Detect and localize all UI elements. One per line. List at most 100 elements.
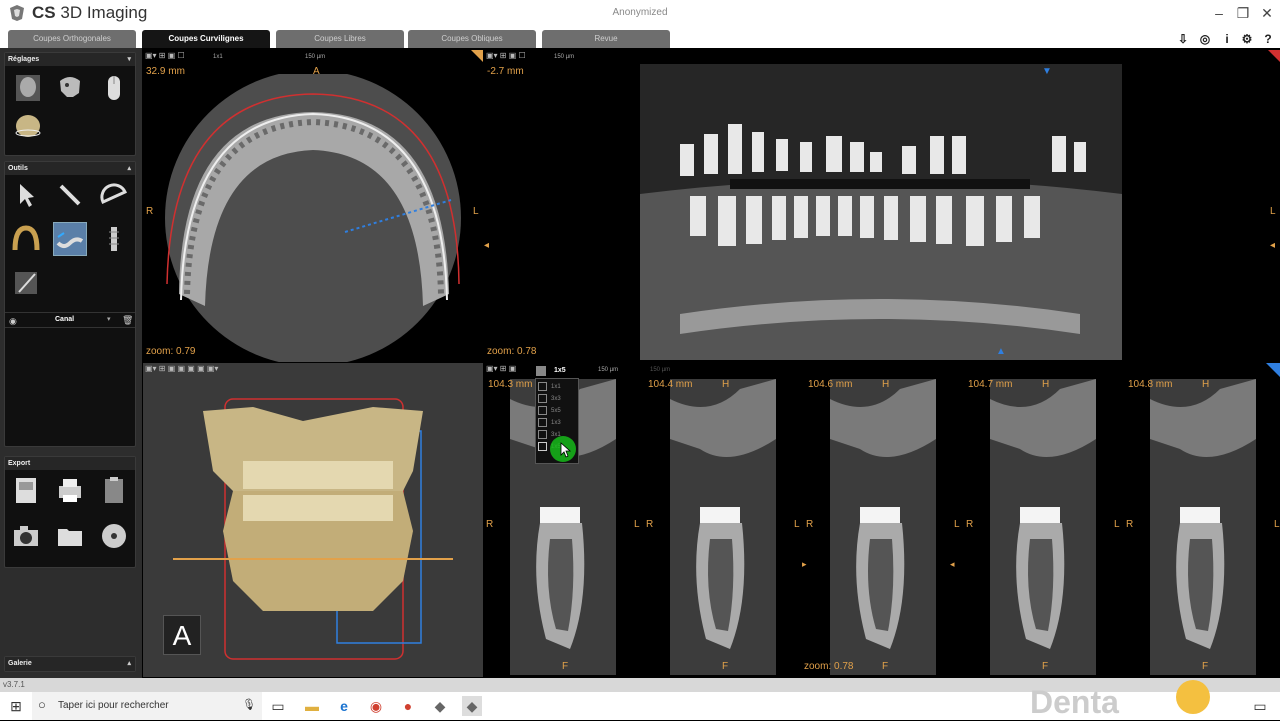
orange-marker-left[interactable]: ◂ xyxy=(484,240,489,251)
viewport-toolbar[interactable]: ▣▾ ⊞ ▣ ☐ xyxy=(486,51,526,60)
collapse-icon[interactable]: ▾ xyxy=(127,53,131,66)
task-view-icon[interactable]: ▭ xyxy=(268,696,288,716)
arch-tool-icon[interactable] xyxy=(11,224,41,254)
reglages-panel: Réglages ▾ xyxy=(4,52,136,156)
cross-section-viewport[interactable]: ▣▾ ⊞ ▣ 1x5 150 µm 150 µm 104.3 mmHRLF104… xyxy=(484,363,1280,677)
grid-3x3-icon xyxy=(538,393,547,403)
orient-bottom: F xyxy=(722,661,729,672)
tab-coupes-libres[interactable]: Coupes Libres xyxy=(276,30,404,48)
notification-icon[interactable]: ▭ xyxy=(1250,696,1270,716)
orange-marker-right[interactable]: ◂ xyxy=(1270,240,1275,251)
galerie-panel[interactable]: Galerie ▴ xyxy=(4,656,136,672)
camera-icon[interactable] xyxy=(11,521,41,551)
orange-marker-left[interactable]: ▸ xyxy=(802,559,807,570)
printer-icon[interactable] xyxy=(55,475,85,505)
document-title: Anonymized xyxy=(612,7,668,18)
orient-right: L xyxy=(473,206,479,217)
folder-icon[interactable] xyxy=(55,521,85,551)
eye-icon[interactable]: ◉ xyxy=(9,316,17,327)
corner-marker xyxy=(471,50,483,62)
microphone-icon[interactable]: 🎙 xyxy=(242,698,256,711)
trash-icon[interactable]: 🗑 xyxy=(122,315,133,326)
edge-browser-icon[interactable]: e xyxy=(334,696,354,716)
head-3d-icon[interactable] xyxy=(13,111,43,141)
cd-burn-icon[interactable] xyxy=(99,521,129,551)
viewport-toolbar[interactable]: ▣▾ ⊞ ▣ ▣ ▣ ▣ ▣▾ xyxy=(145,364,218,373)
slice-distance: 104.8 mm xyxy=(1128,379,1173,390)
blue-marker-bottom[interactable]: ▲ xyxy=(996,346,1006,357)
layout-option-1x1[interactable]: 1x1 xyxy=(538,381,578,393)
report-icon[interactable] xyxy=(11,475,41,505)
tab-revue[interactable]: Revue xyxy=(542,30,670,48)
maximize-button[interactable]: ❐ xyxy=(1232,3,1254,23)
annotation-tool-icon[interactable] xyxy=(11,268,41,298)
close-button[interactable]: ✕ xyxy=(1256,3,1278,23)
corner-marker xyxy=(1268,50,1280,62)
mouse-settings-icon[interactable] xyxy=(99,73,129,103)
version-label: v3.7.1 xyxy=(3,680,25,689)
layout-option-3x3[interactable]: 3x3 xyxy=(538,393,578,405)
file-explorer-icon[interactable]: ▬ xyxy=(302,696,322,716)
canal-row[interactable]: ◉ Canal ▾ 🗑 xyxy=(5,312,135,328)
nerve-tool-button[interactable] xyxy=(53,222,87,256)
tab-coupes-curvilignes[interactable]: Coupes Curvilignes xyxy=(142,30,270,48)
layout-selected[interactable]: 1x5 xyxy=(554,367,566,374)
reglages-header[interactable]: Réglages ▾ xyxy=(5,53,135,66)
viewport-toolbar[interactable]: ▣▾ ⊞ ▣ ☐ xyxy=(145,51,185,60)
tab-bar: Coupes Orthogonales Coupes Curvilignes C… xyxy=(0,26,1280,48)
minimize-button[interactable]: – xyxy=(1208,3,1230,23)
expand-icon[interactable]: ▴ xyxy=(127,657,131,670)
axial-scan-image xyxy=(165,74,461,362)
blue-marker-top[interactable]: ▼ xyxy=(1042,66,1052,77)
export-header[interactable]: Export xyxy=(5,457,135,470)
layout-grid-icon[interactable] xyxy=(536,366,546,376)
layout-option-1x3[interactable]: 1x3 xyxy=(538,417,578,429)
help-button[interactable]: ? xyxy=(1261,32,1275,46)
galerie-header[interactable]: Galerie ▴ xyxy=(5,657,135,671)
layout-label[interactable]: 1x1 xyxy=(213,54,223,60)
outils-header[interactable]: Outils ▴ xyxy=(5,162,135,175)
angle-tool-icon[interactable] xyxy=(99,180,129,210)
cross-slice[interactable]: 104.4 mm H R L F xyxy=(644,377,804,677)
gear-icon[interactable]: ⚙ xyxy=(1240,32,1254,46)
cross-slice[interactable]: 104.6 mm H R L F xyxy=(804,377,964,677)
axial-viewport[interactable]: ▣▾ ⊞ ▣ ☐ 1x1 150 µm 32.9 mm A R L P zoom… xyxy=(143,50,483,362)
implant-tool-icon[interactable] xyxy=(99,224,129,254)
orient-left: R xyxy=(1126,519,1134,530)
download-icon[interactable]: ⇩ xyxy=(1176,32,1190,46)
grid-1x5-icon xyxy=(538,441,547,451)
cross-slice[interactable]: 104.8 mm H R L F xyxy=(1124,377,1280,677)
tab-coupes-orthogonales[interactable]: Coupes Orthogonales xyxy=(8,30,136,48)
viewport-toolbar[interactable]: ▣▾ ⊞ ▣ xyxy=(486,364,516,373)
cs-imaging-active-task-icon[interactable]: ◆ xyxy=(462,696,482,716)
clipboard-icon[interactable] xyxy=(99,475,129,505)
left-sidebar: Réglages ▾ Outils ▴ ◉ Canal ▾ 🗑 Export G… xyxy=(0,48,142,678)
skull-view-icon[interactable] xyxy=(55,73,85,103)
title-bar: CS 3D Imaging Anonymized – ❐ ✕ xyxy=(0,0,1280,26)
collapse-icon[interactable]: ▴ xyxy=(127,162,131,175)
recorder-app-icon[interactable]: ● xyxy=(398,696,418,716)
cross-slice[interactable]: 104.7 mm H R L F xyxy=(964,377,1124,677)
xray-view-icon[interactable] xyxy=(13,73,43,103)
windows-start-icon[interactable]: ⊞ xyxy=(6,696,26,716)
info-button[interactable]: i xyxy=(1220,32,1234,46)
tab-coupes-obliques[interactable]: Coupes Obliques xyxy=(408,30,536,48)
cs-imaging-task-icon[interactable]: ◆ xyxy=(430,696,450,716)
chevron-down-icon[interactable]: ▾ xyxy=(107,315,111,323)
thickness-label: 150 µm xyxy=(305,54,326,60)
chrome-browser-icon[interactable]: ◉ xyxy=(366,696,386,716)
ruler-tool-icon[interactable] xyxy=(55,180,85,210)
taskbar-search[interactable]: ○ Taper ici pour rechercher 🎙 xyxy=(32,692,262,720)
windows-taskbar: ⊞ ○ Taper ici pour rechercher 🎙 ▭ ▬ e ◉ … xyxy=(0,680,1280,720)
layout-option-5x5[interactable]: 5x5 xyxy=(538,405,578,417)
render3d-viewport[interactable]: ▣▾ ⊞ ▣ ▣ ▣ ▣ ▣▾ A xyxy=(143,363,483,677)
panoramic-viewport[interactable]: ▣▾ ⊞ ▣ ☐ 150 µm -2.7 mm H L F zoom: 0.78… xyxy=(484,50,1280,362)
orientation-badge[interactable]: A xyxy=(163,615,201,655)
skull-3d-render xyxy=(173,398,453,660)
target-icon[interactable]: ◎ xyxy=(1198,32,1212,46)
pointer-tool-icon[interactable] xyxy=(11,180,41,210)
slice-distance: 104.7 mm xyxy=(968,379,1013,390)
slice-distance: 104.3 mm xyxy=(488,379,533,390)
orange-marker-right[interactable]: ◂ xyxy=(950,559,955,570)
orient-left: R xyxy=(806,519,814,530)
